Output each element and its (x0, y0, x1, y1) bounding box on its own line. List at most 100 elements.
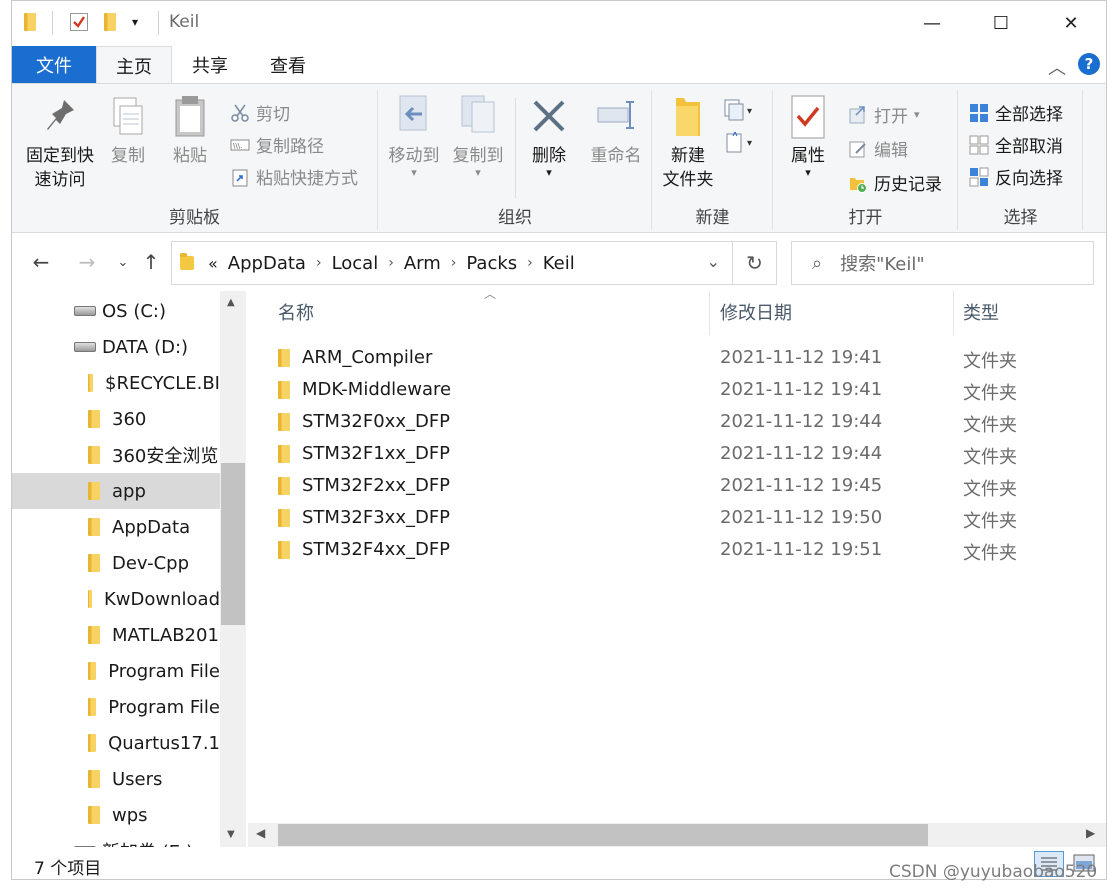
file-date: 2021-11-12 19:45 (720, 475, 883, 496)
chevron-right-icon[interactable]: › (388, 255, 394, 271)
minimize-button[interactable]: — (909, 1, 955, 45)
delete-label: 删除 (532, 146, 566, 166)
paste-shortcut-button[interactable]: 粘贴快捷方式 (230, 164, 358, 189)
address-dropdown-icon[interactable]: ⌄ (707, 252, 720, 271)
file-row[interactable]: STM32F1xx_DFP 2021-11-12 19:44 文件夹 (278, 439, 1098, 471)
column-divider[interactable] (709, 291, 710, 335)
search-box[interactable]: ⌕ 搜索"Keil" (791, 241, 1094, 285)
close-button[interactable]: ✕ (1048, 1, 1094, 45)
tree-item[interactable]: Program File (12, 689, 220, 725)
scroll-down-icon[interactable]: ▼ (227, 829, 235, 840)
new-folder-icon (668, 94, 708, 140)
open-button[interactable]: 打开 ▾ (848, 102, 920, 127)
breadcrumb-keil[interactable]: Keil (543, 253, 575, 274)
column-header-name[interactable]: 名称 (278, 299, 314, 325)
properties-button[interactable]: 属性 ▾ (780, 94, 836, 178)
tab-share[interactable]: 共享 (172, 46, 248, 83)
horizontal-scrollbar[interactable]: ◀ ▶ (248, 823, 1106, 847)
properties-label: 属性 (791, 146, 825, 166)
file-row[interactable]: STM32F2xx_DFP 2021-11-12 19:45 文件夹 (278, 471, 1098, 503)
tree-item[interactable]: Dev-Cpp (12, 545, 220, 581)
chevron-right-icon[interactable]: › (316, 255, 322, 271)
horizontal-scroll-thumb[interactable] (278, 824, 928, 846)
help-icon[interactable]: ? (1078, 53, 1100, 75)
tree-item[interactable]: KwDownload (12, 581, 220, 617)
column-header-date[interactable]: 修改日期 (720, 299, 792, 325)
collapse-ribbon-icon[interactable]: ︿ (1048, 54, 1066, 80)
back-arrow-icon[interactable]: ← (26, 247, 56, 277)
cut-button[interactable]: 剪切 (230, 100, 290, 125)
paste-button[interactable]: 粘贴 (162, 94, 218, 168)
copy-button[interactable]: 复制 (100, 94, 156, 168)
properties-quick-icon[interactable] (70, 13, 88, 31)
scroll-right-icon[interactable]: ▶ (1086, 826, 1095, 840)
file-date: 2021-11-12 19:41 (720, 379, 883, 400)
folder-icon (88, 734, 97, 752)
forward-arrow-icon[interactable]: → (72, 247, 102, 277)
tree-item[interactable]: Users (12, 761, 220, 797)
easy-access-button[interactable]: ▾ (723, 130, 759, 154)
tree-item[interactable]: DATA (D:) (12, 329, 220, 365)
tree-item[interactable]: 新加卷 (E:) (12, 833, 220, 847)
address-bar[interactable]: « AppData › Local › Arm › Packs › Keil ⌄ (171, 241, 733, 285)
breadcrumb-arm[interactable]: Arm (404, 253, 441, 274)
move-to-dropdown-icon: ▾ (411, 166, 417, 179)
tab-file[interactable]: 文件 (12, 46, 96, 83)
file-row[interactable]: STM32F3xx_DFP 2021-11-12 19:50 文件夹 (278, 503, 1098, 535)
file-date: 2021-11-12 19:50 (720, 507, 883, 528)
tree-item[interactable]: 360安全浏览 (12, 437, 220, 473)
column-divider[interactable] (953, 291, 954, 335)
folder-icon (278, 540, 290, 559)
tree-item[interactable]: AppData (12, 509, 220, 545)
recent-locations-chevron-icon[interactable]: ⌄ (108, 247, 138, 277)
tree-item[interactable]: Program File (12, 653, 220, 689)
edit-button[interactable]: 编辑 (848, 136, 908, 161)
maximize-button[interactable]: ☐ (978, 1, 1024, 45)
refresh-icon[interactable]: ↻ (733, 241, 777, 285)
new-folder-button[interactable]: 新建 文件夹 (655, 94, 721, 192)
file-name-cell: ARM_Compiler (278, 347, 432, 368)
breadcrumb-local[interactable]: Local (332, 253, 379, 274)
rename-icon (596, 94, 636, 140)
move-to-button[interactable]: 移动到 ▾ (383, 94, 445, 178)
customize-quick-access-icon[interactable]: ▾ (132, 15, 138, 35)
file-row[interactable]: STM32F0xx_DFP 2021-11-12 19:44 文件夹 (278, 407, 1098, 439)
breadcrumb-appdata[interactable]: AppData (228, 253, 306, 274)
column-header-type[interactable]: 类型 (963, 299, 999, 325)
copy-to-button[interactable]: 复制到 ▾ (447, 94, 509, 178)
file-row[interactable]: STM32F4xx_DFP 2021-11-12 19:51 文件夹 (278, 535, 1098, 567)
file-row[interactable]: ARM_Compiler 2021-11-12 19:41 文件夹 (278, 343, 1098, 375)
scroll-up-icon[interactable]: ▲ (227, 297, 235, 308)
tree-item[interactable]: MATLAB201 (12, 617, 220, 653)
breadcrumb-packs[interactable]: Packs (466, 253, 517, 274)
chevron-right-icon[interactable]: › (527, 255, 533, 271)
nav-scroll-thumb[interactable] (221, 463, 245, 625)
select-none-button[interactable]: 全部取消 (969, 132, 1063, 157)
up-arrow-icon[interactable]: ↑ (136, 247, 166, 277)
file-row[interactable]: MDK-Middleware 2021-11-12 19:41 文件夹 (278, 375, 1098, 407)
tree-item[interactable]: 360 (12, 401, 220, 437)
file-type: 文件夹 (963, 511, 1017, 532)
delete-button[interactable]: 删除 ▾ (523, 94, 575, 178)
nav-scrollbar[interactable]: ▲ ▼ (220, 291, 246, 847)
history-button[interactable]: 历史记录 (848, 170, 942, 195)
tree-item[interactable]: wps (12, 797, 220, 833)
new-folder-quick-icon[interactable] (104, 13, 116, 33)
tab-view[interactable]: 查看 (250, 46, 326, 83)
tree-item[interactable]: Quartus17.1 (12, 725, 220, 761)
pin-quick-access-button[interactable]: 固定到快 速访问 (20, 94, 100, 192)
select-none-label: 全部取消 (995, 137, 1063, 157)
tree-item[interactable]: $RECYCLE.BI (12, 365, 220, 401)
chevron-right-icon[interactable]: › (451, 255, 457, 271)
scroll-left-icon[interactable]: ◀ (256, 826, 265, 840)
tree-item[interactable]: app (12, 473, 220, 509)
tree-item[interactable]: OS (C:) (12, 293, 220, 329)
invert-selection-button[interactable]: 反向选择 (969, 164, 1063, 189)
select-all-button[interactable]: 全部选择 (969, 100, 1063, 125)
new-item-button[interactable]: ▾ (723, 98, 759, 122)
rename-button[interactable]: 重命名 (583, 94, 649, 168)
drive-icon (74, 342, 96, 352)
overflow-chevron[interactable]: « (208, 254, 218, 273)
tab-home[interactable]: 主页 (96, 46, 172, 84)
copy-path-button[interactable]: \\\. 复制路径 (230, 132, 324, 157)
